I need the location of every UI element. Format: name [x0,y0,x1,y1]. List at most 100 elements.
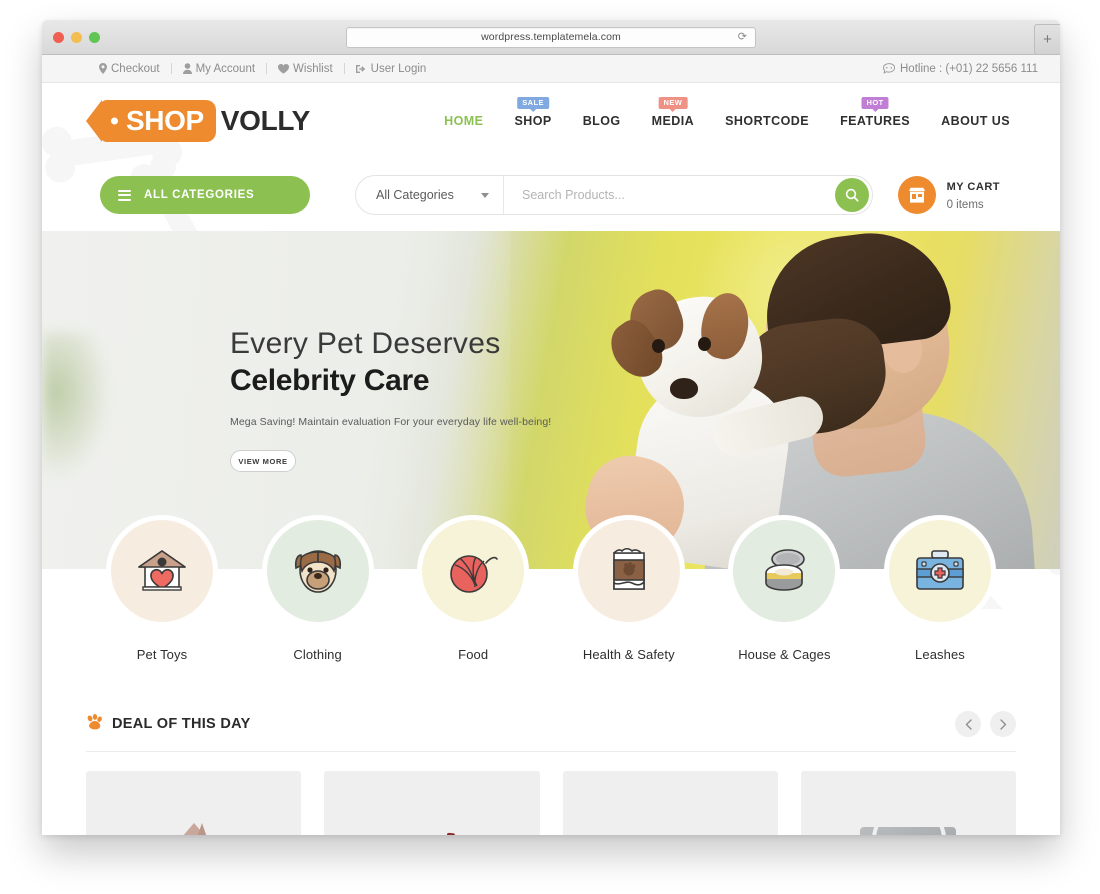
first-aid-kit-icon [883,515,996,627]
search-box: All Categories [355,175,873,215]
topbar-separator [343,63,345,74]
hero-heading-line1: Every Pet Deserves [230,327,501,360]
chevron-right-icon [999,718,1006,730]
nav-item-media[interactable]: NEW MEDIA [651,97,695,128]
logo-tag-shape: SHOP [86,100,216,142]
hamburger-icon [118,189,131,201]
hotline-text: Hotline : (+01) 22 5656 111 [900,62,1038,75]
product-card-2[interactable] [324,771,540,835]
hero-view-more-button[interactable]: VIEW MORE [230,450,296,472]
search-category-value: All Categories [376,188,454,202]
new-tab-button[interactable]: + [1034,24,1060,55]
url-text: wordpress.templatemela.com [481,31,621,43]
food-bag-icon [572,515,685,627]
nav-item-home[interactable]: HOME [444,114,483,128]
category-item-leashes[interactable]: Leashes [864,515,1016,680]
utility-topbar: Checkout My Account Wishlist User Login … [42,55,1060,83]
topbar-link-my-account[interactable]: My Account [182,62,256,75]
search-input[interactable] [504,176,872,214]
product-image-pen-red [442,832,455,835]
deal-title-group: DEAL OF THIS DAY [86,714,251,734]
hero-subtitle: Mega Saving! Maintain evaluation For you… [230,416,552,428]
nav-item-blog[interactable]: BLOG [583,114,621,128]
address-bar[interactable]: wordpress.templatemela.com ⟳ [346,26,756,48]
yarn-ball-icon [417,515,530,627]
deal-divider [86,751,1016,752]
nav-item-label: SHOP [514,114,552,128]
category-item-health-safety[interactable]: Health & Safety [553,515,705,680]
page-viewport: Checkout My Account Wishlist User Login … [42,55,1060,835]
pet-bowl-icon [728,515,841,627]
category-label: Leashes [915,647,965,662]
topbar-link-checkout[interactable]: Checkout [99,63,160,75]
carousel-prev-button[interactable] [955,711,981,737]
topbar-link-wishlist[interactable]: Wishlist [278,63,333,75]
deal-title-text: DEAL OF THIS DAY [112,716,251,732]
search-submit-button[interactable] [835,178,869,212]
product-image-bag [860,805,957,835]
dog-house-heart-icon [106,515,218,627]
nav-item-shop[interactable]: SALE SHOP [514,97,552,128]
search-category-select[interactable]: All Categories [356,176,504,214]
product-card-4[interactable] [800,771,1016,835]
topbar-separator [170,63,172,74]
category-item-food[interactable]: Food [397,515,549,680]
category-label: Clothing [293,647,342,662]
deal-product-grid [86,771,1016,835]
product-card-3[interactable] [562,771,778,835]
site-header: SHOP VOLLY HOME SALE SHOP BLOG NEW MEDIA… [42,83,1060,159]
site-logo[interactable]: SHOP VOLLY [86,100,311,142]
sign-in-icon [355,64,367,74]
nav-badge-new: NEW [658,97,688,110]
deal-of-day-section: DEAL OF THIS DAY [42,702,1060,835]
topbar-link-label: Checkout [111,62,160,75]
category-item-house-cages[interactable]: House & Cages [708,515,860,680]
hotline: Hotline : (+01) 22 5656 111 [883,63,1038,75]
hero-caption: Every Pet Deserves Celebrity Care Mega S… [230,327,560,472]
dog-face-icon [261,515,374,627]
cart-widget[interactable]: MY CART 0 items [897,176,1040,214]
search-row: ALL CATEGORIES All Categories Search Pro… [42,159,1060,231]
cart-title: MY CART [946,180,1000,193]
chevron-left-icon [965,718,972,730]
nav-item-label: MEDIA [651,114,695,128]
paw-print-icon [86,714,103,734]
logo-volly-text: VOLLY [220,105,311,136]
browser-window: wordpress.templatemela.com ⟳ + Checkout … [42,20,1060,835]
all-categories-button[interactable]: ALL CATEGORIES [100,176,310,214]
topbar-link-label: Wishlist [293,62,333,75]
deal-header: DEAL OF THIS DAY [86,702,1016,746]
category-item-pet-toys[interactable]: Pet Toys [86,515,238,680]
hero-plant-blur [42,332,112,483]
topbar-link-label: My Account [195,62,256,75]
maximize-window-button[interactable] [89,31,100,43]
reload-icon[interactable]: ⟳ [738,31,747,43]
category-label: Health & Safety [582,647,675,662]
carousel-next-button[interactable] [990,711,1016,737]
utility-links: Checkout My Account Wishlist User Login [99,63,426,75]
nav-item-shortcode[interactable]: SHORTCODE [725,114,809,128]
map-pin-icon [99,63,107,74]
heart-icon [278,63,290,74]
close-window-button[interactable] [53,31,64,43]
topbar-link-label: User Login [370,62,427,75]
nav-badge-hot: HOT [861,97,889,110]
minimize-window-button[interactable] [71,31,82,43]
topbar-link-user-login[interactable]: User Login [355,62,427,75]
logo-shop-text: SHOP [126,105,204,136]
all-categories-label: ALL CATEGORIES [144,189,255,201]
category-strip: Pet Toys Clothing Food Health & Safety H… [42,515,1060,680]
cart-count: 0 items [946,198,984,211]
nav-item-features[interactable]: HOT FEATURES [840,97,910,128]
product-card-1[interactable] [86,771,302,835]
category-label: Food [458,647,489,662]
hero-heading-line2: Celebrity Care [230,363,430,397]
nav-item-about-us[interactable]: ABOUT US [941,114,1010,128]
cart-text: MY CART 0 items [947,177,1000,214]
category-label: Pet Toys [136,647,188,662]
category-item-clothing[interactable]: Clothing [242,515,394,680]
nav-badge-sale: SALE [517,97,549,110]
window-controls [53,31,100,43]
product-image-tent [143,823,244,835]
user-icon [182,63,192,74]
